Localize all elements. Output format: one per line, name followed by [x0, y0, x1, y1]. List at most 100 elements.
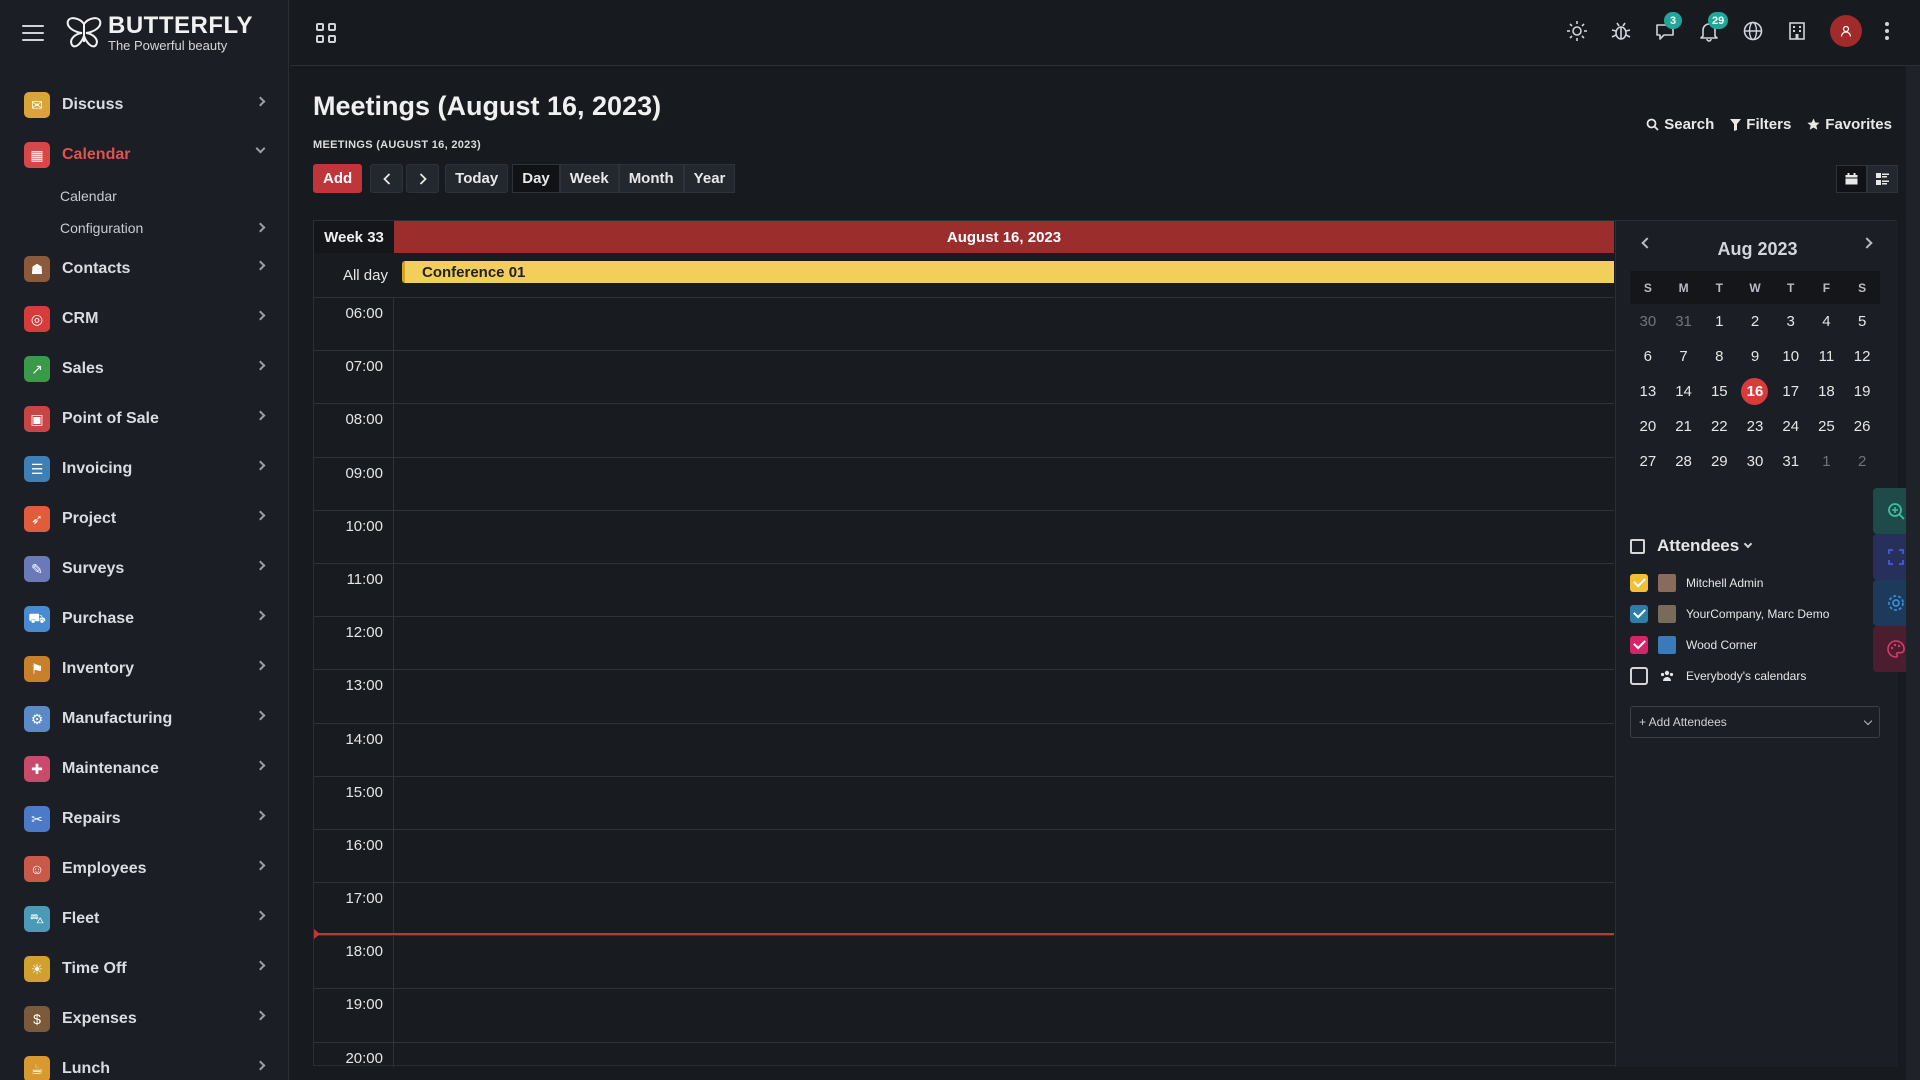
- mini-calendar-day[interactable]: 6: [1630, 339, 1666, 374]
- company-building-icon[interactable]: [1786, 20, 1808, 42]
- mini-calendar-day[interactable]: 30: [1737, 444, 1773, 479]
- add-button[interactable]: Add: [313, 164, 363, 193]
- mini-calendar-day[interactable]: 15: [1701, 374, 1737, 409]
- sidebar-item-sales[interactable]: ↗ Sales: [0, 344, 288, 394]
- messages-chat-icon[interactable]: 3: [1654, 12, 1682, 42]
- calendar-view-button[interactable]: [1836, 165, 1867, 193]
- next-button[interactable]: [406, 164, 440, 193]
- filters-button[interactable]: Filters: [1730, 116, 1791, 133]
- scale-week-button[interactable]: Week: [559, 164, 619, 193]
- sidebar-item-purchase[interactable]: ⛟ Purchase: [0, 594, 288, 644]
- event-conference-01[interactable]: Conference 01: [402, 261, 1614, 283]
- mini-calendar-day[interactable]: 31: [1666, 304, 1702, 339]
- hour-slot[interactable]: 10:00: [314, 510, 1614, 564]
- sidebar-item-expenses[interactable]: $ Expenses: [0, 994, 288, 1044]
- language-globe-icon[interactable]: [1742, 20, 1764, 42]
- mini-calendar-today[interactable]: 16: [1737, 374, 1773, 409]
- mini-calendar-day[interactable]: 14: [1666, 374, 1702, 409]
- sidebar-item-crm[interactable]: ◎ CRM: [0, 294, 288, 344]
- page-scrollbar[interactable]: [1906, 66, 1920, 1080]
- hour-slot[interactable]: 19:00: [314, 989, 1614, 1043]
- sidebar-item-employees[interactable]: ☺ Employees: [0, 844, 288, 894]
- submenu-configuration[interactable]: Configuration: [0, 212, 288, 244]
- hour-slot[interactable]: 13:00: [314, 670, 1614, 724]
- hour-slot[interactable]: 14:00: [314, 723, 1614, 777]
- chevron-down-icon[interactable]: [1743, 539, 1753, 549]
- scale-day-button[interactable]: Day: [512, 164, 560, 193]
- sidebar-item-inventory[interactable]: ⚑ Inventory: [0, 644, 288, 694]
- hour-slot[interactable]: 12:00: [314, 617, 1614, 671]
- debug-bug-icon[interactable]: [1610, 20, 1632, 42]
- sidebar-item-surveys[interactable]: ✎ Surveys: [0, 544, 288, 594]
- sidebar-item-project[interactable]: ➶ Project: [0, 494, 288, 544]
- sidebar-item-fleet[interactable]: ⛍ Fleet: [0, 894, 288, 944]
- mini-calendar-day[interactable]: 25: [1809, 409, 1845, 444]
- sidebar-item-discuss[interactable]: ✉ Discuss: [0, 80, 288, 130]
- list-view-button[interactable]: [1867, 165, 1898, 193]
- mini-calendar-day[interactable]: 20: [1630, 409, 1666, 444]
- mini-calendar-day[interactable]: 26: [1844, 409, 1880, 444]
- sidebar-item-repairs[interactable]: ✂ Repairs: [0, 794, 288, 844]
- hour-slot[interactable]: 08:00: [314, 404, 1614, 458]
- hour-slot[interactable]: 06:00: [314, 298, 1614, 352]
- sidebar-item-invoicing[interactable]: ☰ Invoicing: [0, 444, 288, 494]
- favorites-button[interactable]: Favorites: [1807, 116, 1892, 133]
- user-avatar[interactable]: [1830, 15, 1862, 47]
- scale-year-button[interactable]: Year: [683, 164, 736, 193]
- mini-calendar-day[interactable]: 5: [1844, 304, 1880, 339]
- submenu-calendar[interactable]: Calendar: [0, 180, 288, 212]
- attendee-checkbox[interactable]: [1630, 666, 1648, 685]
- hour-slot[interactable]: 17:00: [314, 883, 1614, 937]
- mini-calendar-day[interactable]: 2: [1737, 304, 1773, 339]
- attendee-checkbox[interactable]: [1630, 635, 1648, 654]
- sidebar-item-lunch[interactable]: ☕ Lunch: [0, 1044, 288, 1080]
- mini-calendar-day[interactable]: 27: [1630, 444, 1666, 479]
- sidebar-item-time-off[interactable]: ☀ Time Off: [0, 944, 288, 994]
- today-button[interactable]: Today: [445, 164, 509, 193]
- mini-calendar-day[interactable]: 28: [1666, 444, 1702, 479]
- mini-calendar-day[interactable]: 11: [1809, 339, 1845, 374]
- hour-slot[interactable]: 09:00: [314, 457, 1614, 511]
- hour-slot[interactable]: 11:00: [314, 563, 1614, 618]
- mini-calendar-day[interactable]: 18: [1809, 374, 1845, 409]
- apps-grid-icon[interactable]: [316, 23, 336, 43]
- mini-calendar-day[interactable]: 23: [1737, 409, 1773, 444]
- sidebar-item-calendar[interactable]: ▦ Calendar: [0, 130, 288, 180]
- mini-calendar-day[interactable]: 9: [1737, 339, 1773, 374]
- mini-calendar-day[interactable]: 3: [1773, 304, 1809, 339]
- hour-slot[interactable]: 07:00: [314, 351, 1614, 405]
- theme-sun-icon[interactable]: [1566, 20, 1588, 42]
- mini-calendar-day[interactable]: 12: [1844, 339, 1880, 374]
- mini-calendar-day[interactable]: 17: [1773, 374, 1809, 409]
- hour-slot[interactable]: 16:00: [314, 829, 1614, 884]
- mini-calendar-day[interactable]: 31: [1773, 444, 1809, 479]
- logo[interactable]: BUTTERFLY The Powerful beauty: [66, 14, 253, 52]
- mini-calendar-day[interactable]: 29: [1701, 444, 1737, 479]
- scale-month-button[interactable]: Month: [618, 164, 684, 193]
- notifications-bell-icon[interactable]: 29: [1698, 12, 1729, 42]
- sidebar-item-point-of-sale[interactable]: ▣ Point of Sale: [0, 394, 288, 444]
- mini-calendar-day[interactable]: 4: [1809, 304, 1845, 339]
- mini-calendar-day[interactable]: 21: [1666, 409, 1702, 444]
- all-day-row[interactable]: All day Conference 01: [314, 253, 1614, 298]
- add-attendees-select[interactable]: + Add Attendees: [1630, 706, 1880, 738]
- attendees-select-all-checkbox[interactable]: [1630, 538, 1645, 554]
- sidebar-item-manufacturing[interactable]: ⚙ Manufacturing: [0, 694, 288, 744]
- mini-calendar-day[interactable]: 22: [1701, 409, 1737, 444]
- hour-slot[interactable]: 18:00: [314, 936, 1614, 990]
- hamburger-menu-icon[interactable]: [22, 25, 44, 41]
- mini-calendar-day[interactable]: 2: [1844, 444, 1880, 479]
- mini-calendar-day[interactable]: 8: [1701, 339, 1737, 374]
- mini-calendar-day[interactable]: 19: [1844, 374, 1880, 409]
- mini-calendar-day[interactable]: 13: [1630, 374, 1666, 409]
- mini-calendar-day[interactable]: 7: [1666, 339, 1702, 374]
- more-options-icon[interactable]: [1884, 22, 1890, 40]
- mini-calendar-day[interactable]: 1: [1809, 444, 1845, 479]
- mini-calendar-day[interactable]: 1: [1701, 304, 1737, 339]
- sidebar-item-contacts[interactable]: ☗ Contacts: [0, 244, 288, 294]
- mini-calendar-day[interactable]: 30: [1630, 304, 1666, 339]
- previous-button[interactable]: [370, 164, 404, 193]
- mini-calendar-day[interactable]: 24: [1773, 409, 1809, 444]
- attendee-checkbox[interactable]: [1630, 573, 1648, 592]
- hour-slot[interactable]: 20:00: [314, 1042, 1614, 1067]
